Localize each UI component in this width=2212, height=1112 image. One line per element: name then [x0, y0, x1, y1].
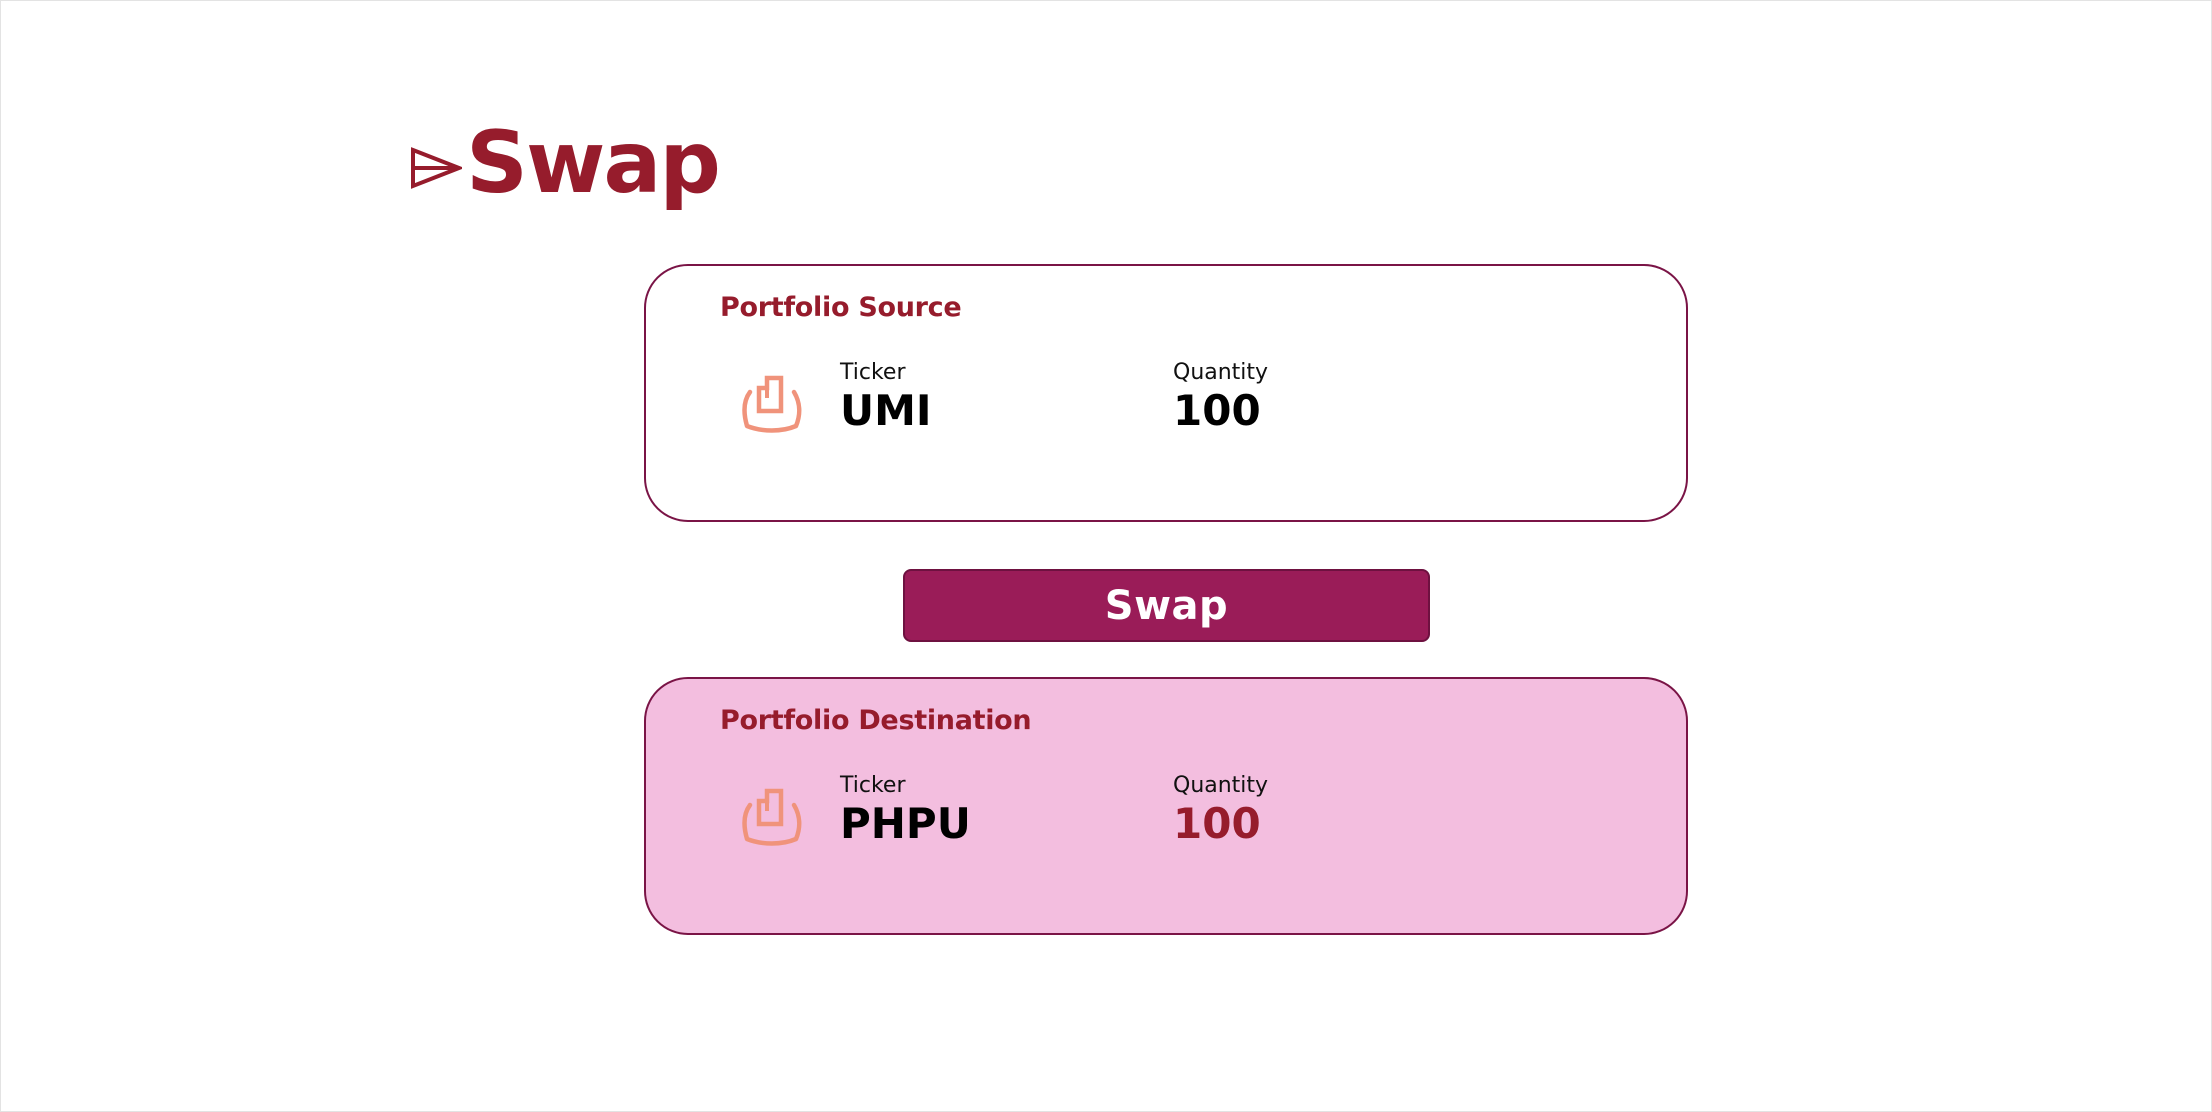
ticker-field: Ticker UMI — [840, 362, 932, 432]
quantity-label: Quantity — [1173, 360, 1269, 385]
quantity-value: 100 — [1173, 799, 1261, 848]
page-title: Swap — [466, 113, 721, 213]
ticker-label: Ticker — [840, 773, 906, 798]
quantity-field: Quantity 100 — [1173, 775, 1268, 845]
quantity-field: Quantity 100 — [1173, 362, 1268, 432]
ticker-value: PHPU — [840, 799, 971, 848]
card-title: Portfolio Destination — [720, 705, 1032, 736]
paper-plane-icon — [411, 147, 462, 189]
card-title: Portfolio Source — [720, 292, 962, 323]
ticker-field: Ticker PHPU — [840, 775, 971, 845]
quantity-label: Quantity — [1173, 773, 1269, 798]
portfolio-source-card: Portfolio Source Ticker UMI Quantity 100 — [644, 264, 1688, 522]
ticker-label: Ticker — [840, 360, 906, 385]
swap-button[interactable]: Swap — [903, 569, 1430, 642]
page-header: Swap — [410, 108, 721, 218]
quantity-value: 100 — [1173, 386, 1261, 435]
ticker-value: UMI — [840, 386, 932, 435]
swap-button-label: Swap — [1104, 582, 1229, 629]
hand-holding-document-icon — [742, 788, 802, 846]
hand-holding-document-icon — [742, 375, 802, 433]
portfolio-destination-card: Portfolio Destination Ticker PHPU Quanti… — [644, 677, 1688, 935]
page-frame — [0, 0, 2212, 1112]
